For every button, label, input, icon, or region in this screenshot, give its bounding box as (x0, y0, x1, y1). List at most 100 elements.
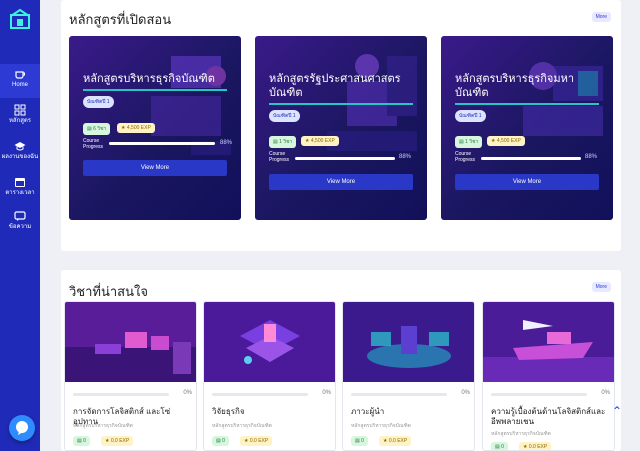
duration-text: 0 (222, 438, 225, 444)
progress-bar (295, 157, 395, 160)
progress-percent: 0% (461, 390, 470, 396)
exp-text: 0.0 EXP (110, 438, 130, 444)
subjects-section-title: วิชาที่น่าสนใจ (69, 284, 148, 299)
sidebar-item-messages[interactable]: ข้อความ (0, 206, 40, 240)
duration-text: 0 (501, 444, 504, 450)
progress-bar (212, 393, 308, 396)
scroll-to-top-chevron-up-icon[interactable]: ⌃ (612, 404, 622, 418)
book-icon: ▤ (273, 139, 278, 145)
level-badge: บัณฑิตปี 1 (83, 96, 114, 108)
subject-card[interactable]: 0% การจัดการโลจิสติกส์ และโซ่อุปทาน หลัก… (64, 301, 197, 451)
course-card[interactable]: หลักสูตรบริหารธุรกิจบัณฑิต บัณฑิตปี 1 ▤ … (69, 36, 241, 220)
duration-pill: ▤ 0 (491, 442, 508, 450)
star-icon: ★ (244, 438, 249, 444)
course-illustration (327, 54, 417, 151)
sidebar-item-label: ข้อความ (8, 224, 32, 230)
subject-illustration (65, 302, 196, 382)
star-icon: ★ (121, 125, 126, 131)
book-icon: ▤ (77, 438, 82, 444)
graduation-cap-icon (14, 142, 26, 151)
duration-pill: ▤ 1 วิชา (455, 136, 483, 148)
course-title: หลักสูตรบริหารธุรกิจบัณฑิต (83, 73, 215, 85)
subjects-panel: วิชาที่น่าสนใจ More 0% การจัดการโลจิสติก… (61, 270, 621, 451)
view-more-button[interactable]: View More (455, 174, 599, 190)
duration-pill: ▤ 6 วิชา (83, 123, 111, 135)
book-icon: ▤ (459, 139, 464, 145)
duration-text: 1 วิชา (465, 139, 479, 145)
sidebar-item-schedule[interactable]: ตารางเวลา (0, 172, 40, 206)
title-underline (83, 89, 227, 91)
level-badge: บัณฑิตปี 1 (455, 110, 486, 122)
book-icon: ▤ (87, 126, 92, 132)
progress-percent: 0% (601, 390, 610, 396)
courses-section-title: หลักสูตรที่เปิดสอน (69, 12, 172, 27)
book-icon: ▤ (355, 438, 360, 444)
sidebar-item-label: Home (11, 82, 28, 88)
duration-pill: ▤ 0 (212, 436, 229, 446)
progress-percent: 0% (183, 390, 192, 396)
progress-bar (351, 393, 447, 396)
level-badge: บัณฑิตปี 1 (269, 110, 300, 122)
subject-title: ความรู้เบื้องต้นด้านโลจิสติกส์และอีพพลาย… (491, 407, 606, 426)
star-icon: ★ (491, 138, 496, 144)
subject-title: ภาวะผู้นำ (351, 407, 385, 416)
view-more-button[interactable]: View More (269, 174, 413, 190)
progress-percent: 0% (322, 390, 331, 396)
duration-text: 6 วิชา (93, 126, 107, 132)
title-underline (269, 103, 413, 105)
course-card[interactable]: หลักสูตรรัฐประศาสนศาสตรบัณฑิต บัณฑิตปี 1… (255, 36, 427, 220)
sidebar-item-my-works[interactable]: ผลงานของฉัน (0, 136, 40, 170)
exp-pill: ★ 0.0 EXP (240, 436, 273, 446)
subjects-more-button[interactable]: More (591, 282, 611, 292)
progress-bar (481, 157, 581, 160)
subject-card[interactable]: 0% ความรู้เบื้องต้นด้านโลจิสติกส์และอีพพ… (482, 301, 615, 451)
view-more-button[interactable]: View More (83, 160, 227, 176)
progress-percent: 88% (220, 140, 233, 146)
app-logo-icon[interactable] (9, 8, 31, 30)
courses-panel: หลักสูตรที่เปิดสอน More หลักสูตรบริหารธุ… (61, 0, 621, 251)
subject-illustration (343, 302, 474, 382)
star-icon: ★ (105, 438, 110, 444)
subject-subtitle: หลักสูตรบริหารธุรกิจบัณฑิต (491, 431, 551, 437)
sidebar-item-label: ตารางเวลา (5, 190, 35, 196)
exp-text: 0.0 EXP (388, 438, 408, 444)
title-underline (455, 103, 599, 105)
sidebar-item-courses[interactable]: หลักสูตร (0, 100, 40, 134)
exp-text: 0.0 EXP (249, 438, 269, 444)
exp-text: 4,500 EXP (496, 138, 521, 144)
duration-pill: ▤ 0 (351, 436, 368, 446)
exp-pill: ★ 4,500 EXP (117, 123, 155, 133)
exp-text: 4,500 EXP (310, 138, 335, 144)
coffee-cup-icon (15, 71, 25, 79)
courses-more-button[interactable]: More (591, 12, 611, 22)
exp-pill: ★ 4,500 EXP (301, 136, 339, 146)
exp-pill: ★ 0.0 EXP (379, 436, 412, 446)
course-card[interactable]: หลักสูตรบริหารธุรกิจมหาบัณฑิต บัณฑิตปี 1… (441, 36, 613, 220)
subject-subtitle: หลักสูตรบริหารธุรกิจบัณฑิต (351, 423, 411, 429)
duration-pill: ▤ 0 (73, 436, 90, 446)
exp-text: 0.0 EXP (528, 444, 548, 450)
course-illustration (151, 56, 231, 155)
exp-pill: ★ 0.0 EXP (101, 436, 134, 446)
book-icon: ▤ (216, 438, 221, 444)
grid-icon (14, 104, 26, 116)
progress-percent: 88% (399, 154, 412, 160)
chat-support-button[interactable] (9, 415, 35, 441)
progress-percent: 88% (585, 154, 598, 160)
message-icon (14, 211, 26, 221)
sidebar: Home หลักสูตร ผลงานของฉัน ตารางเวลา ข้อค… (0, 0, 40, 451)
subject-subtitle: หลักสูตรบริหารธุรกิจบัณฑิต (212, 423, 272, 429)
duration-text: 0 (361, 438, 364, 444)
calendar-icon (15, 178, 25, 187)
subject-subtitle: หลักสูตรบริหารธุรกิจบัณฑิต (73, 423, 133, 429)
duration-text: 0 (83, 438, 86, 444)
progress-bar (491, 393, 587, 396)
progress-bar (73, 393, 169, 396)
subject-card[interactable]: 0% ภาวะผู้นำ หลักสูตรบริหารธุรกิจบัณฑิต … (342, 301, 475, 451)
subject-card[interactable]: 0% วิจัยธุรกิจ หลักสูตรบริหารธุรกิจบัณฑิ… (203, 301, 336, 451)
exp-pill: ★ 0.0 EXP (519, 442, 552, 450)
sidebar-item-label: หลักสูตร (8, 118, 32, 124)
course-title: หลักสูตรบริหารธุรกิจมหาบัณฑิต (455, 73, 575, 99)
sidebar-item-home[interactable]: Home (0, 64, 40, 98)
course-illustration (523, 62, 603, 136)
